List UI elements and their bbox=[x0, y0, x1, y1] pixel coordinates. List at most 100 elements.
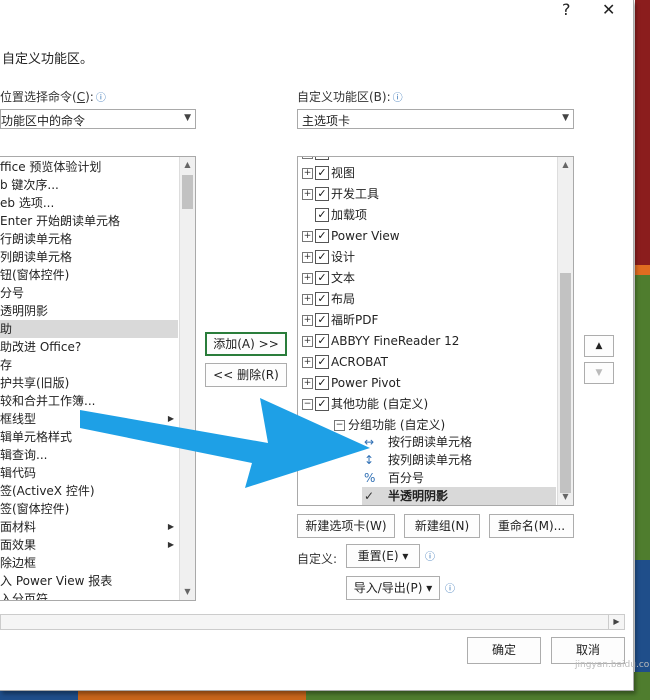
tree-row[interactable]: + ✓ 设计 bbox=[298, 247, 556, 268]
strip-orange bbox=[635, 265, 650, 275]
scroll-up-icon[interactable]: ▲ bbox=[180, 157, 195, 173]
list-item-label: 透明阴影 bbox=[0, 304, 49, 318]
tree-row[interactable]: + ✓ 开发工具 bbox=[298, 184, 556, 205]
tree-row[interactable]: ✓ 加载项 bbox=[298, 205, 556, 226]
tree-row[interactable]: + ✓ ACROBAT bbox=[298, 352, 556, 373]
help-button[interactable]: ? bbox=[562, 0, 571, 19]
ribbon-tabs-select[interactable]: 主选项卡 ▼ bbox=[297, 109, 574, 129]
expand-icon[interactable]: + bbox=[302, 168, 313, 179]
list-item[interactable]: 列朗读单元格 bbox=[0, 248, 178, 266]
list-item[interactable]: Enter 开始朗读单元格 bbox=[0, 212, 178, 230]
tree-row[interactable]: + ✓ 布局 bbox=[298, 289, 556, 310]
tree-row[interactable]: + ✓ ABBYY FineReader 12 bbox=[298, 331, 556, 352]
tab-checkbox[interactable]: ✓ bbox=[315, 229, 329, 243]
list-item[interactable]: 存 bbox=[0, 356, 178, 374]
info-icon[interactable]: ⓘ bbox=[425, 548, 435, 563]
tree-command-label: 按列朗读单元格 bbox=[388, 453, 473, 467]
list-item[interactable]: 面材料 ▶ bbox=[0, 518, 178, 536]
tab-checkbox[interactable]: ✓ bbox=[315, 187, 329, 201]
tab-checkbox[interactable]: ✓ bbox=[315, 355, 329, 369]
list-item[interactable]: 入分页符 bbox=[0, 590, 178, 600]
new-tab-button[interactable]: 新建选项卡(W) bbox=[297, 514, 395, 538]
scroll-thumb[interactable] bbox=[560, 273, 571, 493]
tab-checkbox[interactable]: ✓ bbox=[315, 250, 329, 264]
ok-button[interactable]: 确定 bbox=[467, 637, 541, 664]
list-item[interactable]: 行朗读单元格 bbox=[0, 230, 178, 248]
list-item[interactable]: 助 bbox=[0, 320, 178, 338]
tree-row[interactable]: + ✓ 福昕PDF bbox=[298, 310, 556, 331]
expand-icon[interactable]: + bbox=[302, 273, 313, 284]
list-item-label: 护共享(旧版) bbox=[0, 376, 70, 390]
expand-icon[interactable]: + bbox=[302, 294, 313, 305]
list-item-label: 框线型 bbox=[0, 412, 37, 426]
list-item-label: b 键次序... bbox=[0, 178, 59, 192]
list-item[interactable]: 入 Power View 报表 bbox=[0, 572, 178, 590]
expand-icon[interactable]: + bbox=[302, 189, 313, 200]
rename-button[interactable]: 重命名(M)... bbox=[489, 514, 574, 538]
tree-row[interactable]: + ✓ Power View bbox=[298, 226, 556, 247]
close-button[interactable]: ✕ bbox=[602, 0, 615, 19]
commands-source-select[interactable]: 功能区中的命令 ▼ bbox=[0, 109, 196, 129]
strip-red bbox=[635, 0, 650, 265]
annotation-arrow bbox=[80, 398, 370, 488]
commands-list-scrollbar[interactable]: ▲ ▼ bbox=[179, 157, 195, 600]
import-export-button[interactable]: 导入/导出(P) ▾ bbox=[346, 576, 440, 600]
expand-icon[interactable]: + bbox=[302, 357, 313, 368]
tab-checkbox[interactable]: ✓ bbox=[315, 166, 329, 180]
list-item[interactable]: 助改进 Office? bbox=[0, 338, 178, 356]
remove-button[interactable]: << 删除(R) bbox=[205, 363, 287, 387]
tree-command-row[interactable]: ✓ 半透明阴影 bbox=[362, 487, 556, 505]
scroll-up-icon[interactable]: ▲ bbox=[558, 157, 573, 173]
list-item[interactable]: eb 选项... bbox=[0, 194, 178, 212]
move-up-button[interactable]: ▲ bbox=[584, 335, 614, 357]
list-item-label: 入 Power View 报表 bbox=[0, 574, 113, 588]
scroll-thumb[interactable] bbox=[182, 175, 193, 209]
ribbon-tree-scrollbar[interactable]: ▲ ▼ bbox=[557, 157, 573, 505]
list-item[interactable]: 面效果 ▶ bbox=[0, 536, 178, 554]
list-item[interactable]: 分号 bbox=[0, 284, 178, 302]
list-item[interactable]: 除边框 bbox=[0, 554, 178, 572]
list-item[interactable]: ffice 预览体验计划 bbox=[0, 158, 178, 176]
info-icon[interactable]: ⓘ bbox=[96, 93, 106, 104]
expand-icon[interactable]: + bbox=[302, 252, 313, 263]
tree-command-row[interactable]: ↔ 按行朗读单元格 bbox=[362, 433, 556, 451]
list-item-label: 辑单元格样式 bbox=[0, 430, 73, 444]
scroll-down-icon[interactable]: ▼ bbox=[558, 489, 573, 505]
list-item-label: 助改进 Office? bbox=[0, 340, 82, 354]
chevron-down-icon: ▼ bbox=[184, 113, 191, 123]
info-icon[interactable]: ⓘ bbox=[393, 93, 403, 104]
tree-row[interactable]: + ✓ 文本 bbox=[298, 268, 556, 289]
tree-row-label: 福昕PDF bbox=[331, 313, 379, 327]
customize-ribbon-label: 自定义功能区(B): ⓘ bbox=[297, 88, 403, 105]
info-icon[interactable]: ⓘ bbox=[445, 580, 455, 595]
chevron-down-icon: ▼ bbox=[562, 113, 569, 123]
scroll-right-icon[interactable]: ▶ bbox=[608, 615, 624, 629]
list-item[interactable]: b 键次序... bbox=[0, 176, 178, 194]
list-item-label: 辑查询... bbox=[0, 448, 48, 462]
tree-row[interactable]: + ✓ 视图 bbox=[298, 163, 556, 184]
new-group-button[interactable]: 新建组(N) bbox=[404, 514, 480, 538]
expand-icon[interactable]: + bbox=[302, 315, 313, 326]
list-item[interactable]: 透明阴影 bbox=[0, 302, 178, 320]
expand-icon[interactable]: + bbox=[302, 336, 313, 347]
expand-icon[interactable]: + bbox=[302, 231, 313, 242]
tab-checkbox[interactable]: ✓ bbox=[315, 271, 329, 285]
tab-checkbox[interactable]: ✓ bbox=[315, 313, 329, 327]
commands-list[interactable]: ▲ ▼ ffice 预览体验计划 b 键次序... eb 选项... Enter 开… bbox=[0, 156, 196, 601]
list-item-label: 分号 bbox=[0, 286, 25, 300]
tab-checkbox[interactable]: ✓ bbox=[315, 292, 329, 306]
list-item[interactable]: 钮(窗体控件) bbox=[0, 266, 178, 284]
tree-command-row[interactable]: ↕ 按列朗读单元格 bbox=[362, 451, 556, 469]
list-item-label: 行朗读单元格 bbox=[0, 232, 73, 246]
tree-row-label: 设计 bbox=[331, 250, 356, 264]
tab-checkbox[interactable]: ✓ bbox=[315, 208, 329, 222]
list-item-label: 列朗读单元格 bbox=[0, 250, 73, 264]
tab-checkbox[interactable]: ✓ bbox=[315, 334, 329, 348]
tree-command-row[interactable]: % 百分号 bbox=[362, 469, 556, 487]
add-button[interactable]: 添加(A) >> bbox=[205, 332, 287, 356]
horizontal-scrollbar[interactable]: ▶ bbox=[0, 614, 625, 630]
reset-button[interactable]: 重置(E) ▾ bbox=[346, 544, 420, 568]
move-down-button[interactable]: ▼ bbox=[584, 362, 614, 384]
scroll-down-icon[interactable]: ▼ bbox=[180, 584, 195, 600]
list-item-label: 面材料 bbox=[0, 520, 37, 534]
